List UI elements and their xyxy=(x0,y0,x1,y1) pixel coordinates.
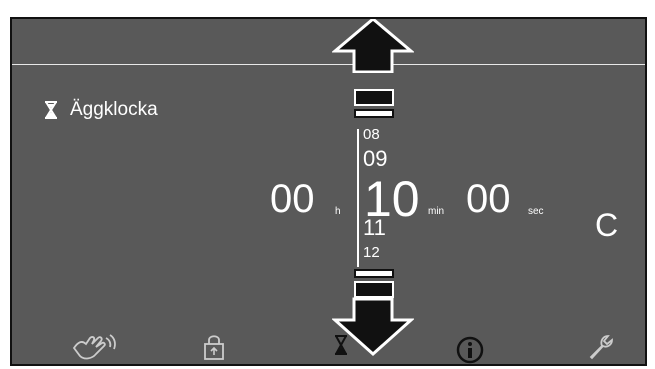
increase-arrow-icon[interactable] xyxy=(332,17,414,73)
header-divider xyxy=(12,64,645,65)
decrease-bar-1[interactable] xyxy=(354,281,394,298)
decrease-bar-2[interactable] xyxy=(354,269,394,278)
info-icon[interactable] xyxy=(455,335,485,365)
minute-option-08[interactable]: 08 xyxy=(363,127,380,142)
wrench-icon[interactable] xyxy=(586,332,616,362)
timer-label-text: Äggklocka xyxy=(70,99,158,120)
hours-unit: h xyxy=(335,206,341,217)
increase-bar-1[interactable] xyxy=(354,89,394,106)
increase-bar-2[interactable] xyxy=(354,109,394,118)
hourglass-icon[interactable] xyxy=(334,335,348,355)
minute-option-12[interactable]: 12 xyxy=(363,245,380,260)
minute-option-09[interactable]: 09 xyxy=(363,148,387,170)
minutes-value[interactable]: 10 xyxy=(364,174,420,224)
seconds-value[interactable]: 00 xyxy=(466,179,511,219)
minutes-unit: min xyxy=(428,206,445,217)
lock-icon[interactable] xyxy=(202,332,226,362)
minute-wheel-line xyxy=(357,129,359,267)
clear-button[interactable]: C xyxy=(595,209,618,241)
hourglass-icon xyxy=(45,101,57,119)
seconds-unit: sec xyxy=(528,206,544,217)
hand-wave-icon[interactable] xyxy=(70,332,120,362)
control-panel-screen: Äggklocka 08 09 11 12 00 h 10 min 00 sec… xyxy=(10,17,647,366)
timer-title: Äggklocka xyxy=(44,99,158,121)
hours-value[interactable]: 00 xyxy=(270,179,315,219)
